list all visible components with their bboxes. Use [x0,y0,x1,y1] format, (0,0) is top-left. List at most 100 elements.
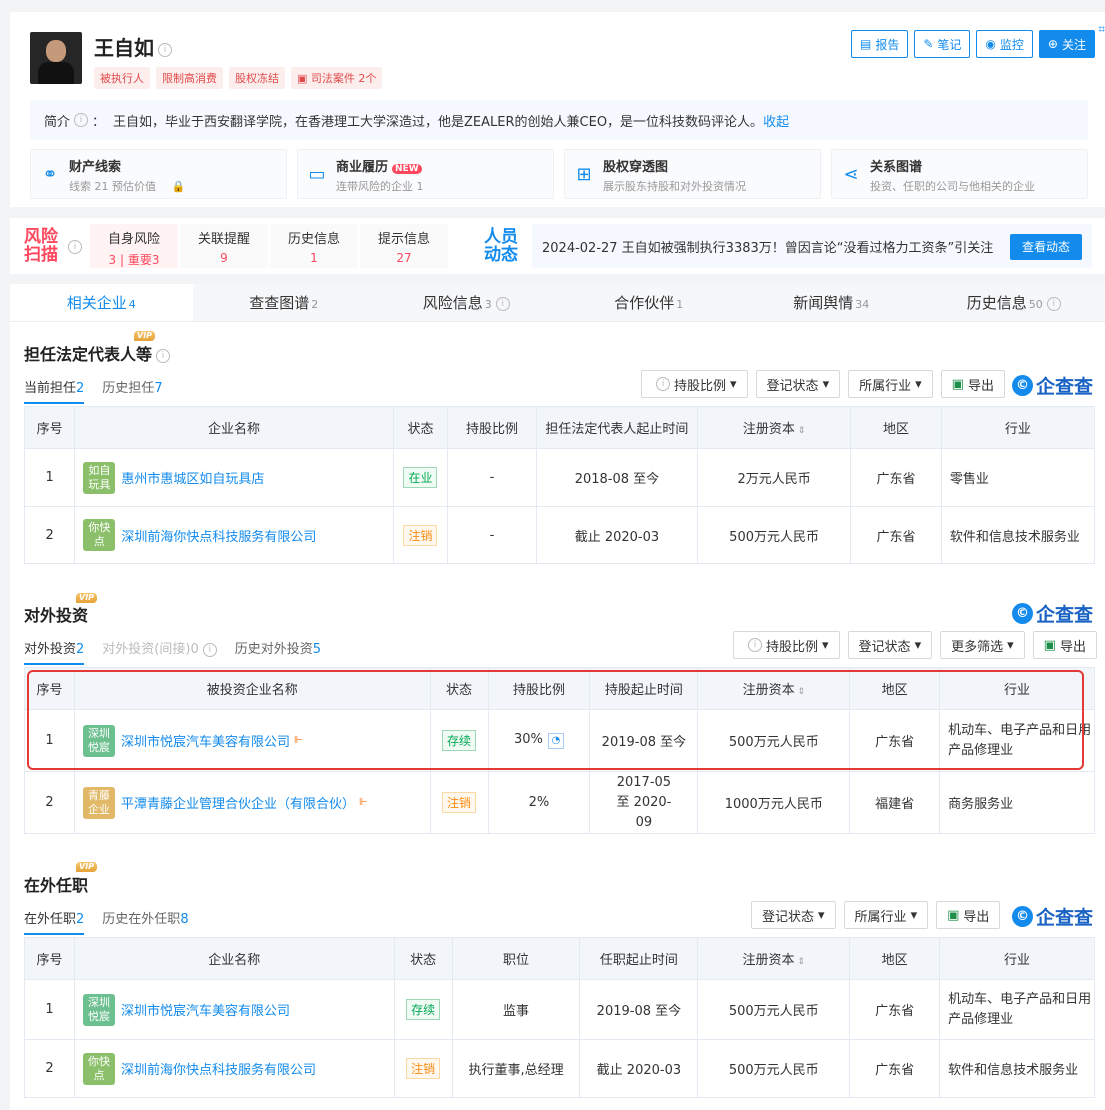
table-row: 1 深圳 悦宸 深圳市悦宸汽车美容有限公司 存续 监事 2019-08 至今 50… [24,979,1095,1040]
risk-label: 历史信息 [287,232,340,247]
view-dynamic-button[interactable]: 查看动态 [1009,234,1082,260]
collapse-link[interactable]: 收起 [763,111,789,130]
export-button[interactable]: ▣ 导出 [936,901,1001,929]
tab-history[interactable]: 历史信息 50 i [922,284,1105,321]
region: 广东省 [850,448,942,507]
feature-equity-chart[interactable]: ⊞ 股权穿透图 展示股东持股和对外投资情况 [564,149,821,199]
row-index: 1 [24,709,75,772]
caret-down-icon: ▾ [1007,637,1014,653]
brand-logo: © 企查查 [1012,600,1093,627]
region: 广东省 [849,709,941,772]
news-text[interactable]: 2024-02-27 王自如被强制执行3383万！曾因言论“没看过格力工资条”引… [542,237,993,256]
filter-reg-status[interactable]: 登记状态 ▾ [751,901,836,929]
company-logo: 深圳 悦宸 [82,724,115,757]
risk-related[interactable]: 关联提醒 9 [180,224,268,268]
tab-risk-info[interactable]: 风险信息 3 i [375,284,558,321]
tag-judicial-label: 司法案件 2个 [310,72,377,85]
info-icon[interactable]: i [156,348,171,363]
follow-button[interactable]: ⊕ 关注 [1038,30,1095,58]
info-icon[interactable]: i [74,113,89,127]
subtab-investment[interactable]: 对外投资2 [24,638,85,665]
filter-industry[interactable]: 所属行业 ▾ [848,370,933,398]
info-icon[interactable]: i [158,42,172,57]
subtabs-investment: 对外投资2 对外投资(间接)0 i 历史对外投资5 [24,638,321,665]
report-button[interactable]: ▤ 报告 [850,30,909,58]
risk-self[interactable]: 自身风险 3 | 重要3 [90,224,178,268]
region: 福建省 [849,771,941,834]
tag-judicial-cases[interactable]: ▣ 司法案件 2个 [291,67,383,89]
risk-history[interactable]: 历史信息 1 [270,224,358,268]
feature-title: 商业履历 NEW [336,156,422,175]
tag-high-consumption[interactable]: 限制高消费 [156,67,223,89]
follow-label: 关注 [1061,37,1086,52]
table-header-row: 序号 企业名称 状态 职位 任职起止时间 注册资本 ⇕ 地区 行业 [24,937,1095,980]
tab-graph[interactable]: 查查图谱 2 [192,284,375,321]
risk-hint[interactable]: 提示信息 27 [360,224,448,268]
feature-sub: 投资、任职的公司与他相关的企业 [870,180,1035,193]
monitor-icon: ◉ [985,37,996,51]
penetration-icon[interactable]: ◔ [547,733,564,749]
tag-equity-frozen[interactable]: 股权冻结 [229,67,285,89]
table-row: 2 你快 点深圳前海你快点科技服务有限公司 注销 - 截止 2020-03 50… [23,506,1096,564]
section-title-legal-rep: 担任法定代表人等 i [24,341,171,365]
monitor-button[interactable]: ◉ 监控 [976,30,1033,58]
subtab-indirect-investment[interactable]: 对外投资(间接)0 i [102,638,217,665]
corner-icon[interactable]: ⌗ [1098,22,1105,37]
company-link[interactable]: 惠州市惠城区如自玩具店 [121,468,264,487]
feature-property-clues[interactable]: ⚭ 财产线索 线索 21 预估价值 🔒 [30,149,287,199]
tab-news[interactable]: 新闻舆情 34 [740,284,923,321]
share-ratio: 30% [514,732,543,747]
share-ratio: 2% [487,771,591,834]
reg-capital: 500万元人民币 [697,979,851,1040]
info-icon[interactable]: i [1046,296,1061,311]
sort-icon: ⇕ [794,687,805,697]
equity-chain-icon[interactable]: ⊩ [294,734,308,748]
position: 监事 [451,979,581,1040]
col-capital[interactable]: 注册资本 ⇕ [697,937,851,980]
col-capital[interactable]: 注册资本 ⇕ [697,406,852,449]
company-link[interactable]: 深圳前海你快点科技服务有限公司 [121,1059,316,1078]
feature-relation-graph[interactable]: ⋖ 关系图谱 投资、任职的公司与他相关的企业 [831,149,1088,199]
filter-reg-status[interactable]: 登记状态 ▾ [755,370,841,398]
export-button[interactable]: ▣ 导出 [1032,631,1097,659]
info-icon: i [656,377,670,391]
subtab-positions[interactable]: 在外任职2 [24,908,85,935]
filter-share-ratio[interactable]: i 持股比例 ▾ [733,631,840,659]
tab-partners[interactable]: 合作伙伴 1 [557,284,740,321]
info-icon[interactable]: i [68,240,82,254]
avatar[interactable] [30,32,82,84]
lock-icon: 🔒 [171,180,186,193]
section-title-investment: 对外投资 [24,606,89,625]
company-link[interactable]: 深圳前海你快点科技服务有限公司 [121,526,316,545]
industry: 商务服务业 [939,771,1095,834]
tab-related-companies[interactable]: 相关企业 4 [10,284,193,321]
col-capital[interactable]: 注册资本 ⇕ [697,667,851,710]
feature-sub: 线索 21 预估价值 🔒 [69,180,186,193]
main-tabs: 相关企业 4 查查图谱 2 风险信息 3 i 合作伙伴 1 新闻舆情 34 历史信息 50 i [10,284,1105,322]
company-link[interactable]: 深圳市悦宸汽车美容有限公司 [121,731,290,750]
reg-capital: 1000万元人民币 [697,771,851,834]
feature-business-history[interactable]: ▭ 商业履历 NEW 连带风险的企业 1 [297,149,554,199]
filter-reg-status[interactable]: 登记状态 ▾ [847,631,933,659]
equity-chain-icon[interactable]: ⊩ [359,796,373,810]
subtab-current[interactable]: 当前担任2 [24,377,85,404]
company-link[interactable]: 平潭青藤企业管理合伙企业（有限合伙） [121,793,355,812]
pencil-icon: ✎ [923,37,934,51]
company-link[interactable]: 深圳市悦宸汽车美容有限公司 [121,1000,290,1019]
status-badge: 注销 [403,524,438,546]
filter-industry[interactable]: 所属行业 ▾ [843,901,929,929]
table-row: 2 你快 点深圳前海你快点科技服务有限公司 注销 执行董事,总经理 截止 202… [24,1039,1095,1098]
notes-button[interactable]: ✎ 笔记 [914,30,971,58]
subtab-history-positions[interactable]: 历史在外任职8 [102,908,188,935]
intro-label: 简介 [44,114,71,130]
subtab-history[interactable]: 历史担任7 [102,377,162,404]
subtab-history-investment[interactable]: 历史对外投资5 [235,638,321,665]
export-button[interactable]: ▣ 导出 [940,370,1005,398]
filter-more[interactable]: 更多筛选 ▾ [940,631,1025,659]
time-range: 截止 2020-03 [579,1039,699,1098]
info-icon[interactable]: i [495,296,510,311]
feature-title: 关系图谱 [870,160,923,175]
tag-executed[interactable]: 被执行人 [94,67,150,89]
filter-share-ratio[interactable]: i 持股比例 ▾ [641,370,748,398]
caret-down-icon: ▾ [822,376,830,392]
